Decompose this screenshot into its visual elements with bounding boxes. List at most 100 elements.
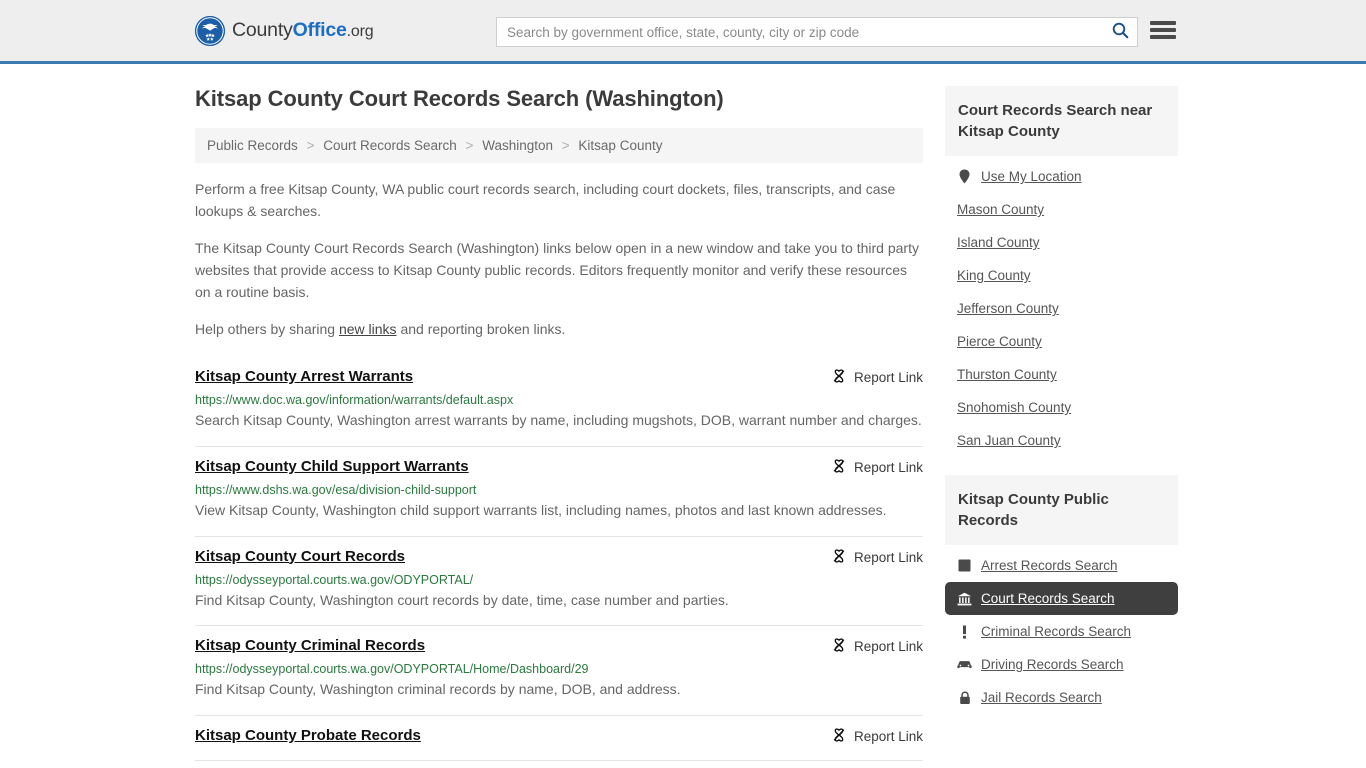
- report-link-button[interactable]: Report Link: [817, 458, 923, 477]
- breadcrumb-item-court-records-search[interactable]: Court Records Search: [323, 138, 457, 153]
- hamburger-bar: [1150, 28, 1176, 32]
- sidebar-link[interactable]: Use My Location: [981, 169, 1082, 184]
- report-link-label: Report Link: [853, 370, 923, 386]
- search-icon: [1112, 22, 1129, 42]
- sidebar-item-thurston-county[interactable]: Thurston County: [945, 358, 1178, 391]
- intro-paragraph-2: The Kitsap County Court Records Search (…: [195, 240, 919, 300]
- hamburger-bar: [1150, 21, 1176, 25]
- sidebar-link[interactable]: Criminal Records Search: [981, 624, 1131, 639]
- site-header: CountyOffice.org: [0, 0, 1366, 64]
- hamburger-bar: [1150, 35, 1176, 39]
- site-logo-text: CountyOffice.org: [232, 19, 374, 42]
- broken-link-icon: [831, 727, 847, 746]
- result-title[interactable]: Kitsap County Criminal Records: [195, 637, 425, 655]
- sidebar-link[interactable]: Arrest Records Search: [981, 558, 1118, 573]
- broken-link-icon: [831, 368, 847, 387]
- breadcrumb-item-washington[interactable]: Washington: [482, 138, 553, 153]
- report-link-button[interactable]: Report Link: [817, 368, 923, 387]
- fingerprint-square-icon: [957, 558, 972, 573]
- broken-link-icon: [831, 458, 847, 477]
- intro-text: Perform a free Kitsap County, WA public …: [195, 179, 923, 341]
- breadcrumb-item-public-records[interactable]: Public Records: [207, 138, 298, 153]
- report-link-label: Report Link: [853, 459, 923, 475]
- result-url[interactable]: https://www.dshs.wa.gov/esa/division-chi…: [195, 483, 923, 497]
- report-link-button[interactable]: Report Link: [817, 637, 923, 656]
- search-button[interactable]: [1103, 18, 1137, 46]
- car-icon: [957, 657, 972, 672]
- brand-part-org: .org: [346, 23, 374, 40]
- result-title[interactable]: Kitsap County Court Records: [195, 548, 405, 566]
- report-link-button[interactable]: Report Link: [817, 727, 923, 746]
- sidebar-link[interactable]: San Juan County: [957, 433, 1061, 448]
- sidebar-item-court-records-search[interactable]: Court Records Search: [945, 582, 1178, 615]
- result-description: Search Kitsap County, Washington arrest …: [195, 412, 922, 429]
- results-list: Kitsap County Arrest Warrants Report Lin…: [195, 363, 923, 761]
- nearby-panel: Court Records Search near Kitsap County …: [945, 86, 1178, 457]
- result-url[interactable]: https://odysseyportal.courts.wa.gov/ODYP…: [195, 662, 923, 676]
- sidebar-link[interactable]: Thurston County: [957, 367, 1057, 382]
- page-body: Kitsap County Court Records Search (Wash…: [0, 64, 1366, 761]
- sidebar-item-jefferson-county[interactable]: Jefferson County: [945, 292, 1178, 325]
- sidebar-link[interactable]: Jefferson County: [957, 301, 1059, 316]
- breadcrumb-separator: >: [465, 138, 474, 153]
- public-records-panel: Kitsap County Public Records Arrest Reco…: [945, 475, 1178, 714]
- sidebar-item-snohomish-county[interactable]: Snohomish County: [945, 391, 1178, 424]
- hamburger-menu-icon[interactable]: [1150, 19, 1176, 41]
- search-input[interactable]: [497, 18, 1103, 46]
- result-item: Kitsap County Child Support Warrants Rep…: [195, 447, 923, 537]
- courthouse-icon: [957, 591, 972, 606]
- sidebar-link[interactable]: Island County: [957, 235, 1040, 250]
- main-content: Kitsap County Court Records Search (Wash…: [195, 86, 923, 761]
- intro-paragraph-1: Perform a free Kitsap County, WA public …: [195, 181, 896, 219]
- breadcrumb-item-kitsap-county[interactable]: Kitsap County: [578, 138, 662, 153]
- sidebar-item-san-juan-county[interactable]: San Juan County: [945, 424, 1178, 457]
- sidebar-link[interactable]: Jail Records Search: [981, 690, 1102, 705]
- sidebar-item-criminal-records-search[interactable]: Criminal Records Search: [945, 615, 1178, 648]
- exclamation-icon: [957, 624, 972, 639]
- public-records-list: Arrest Records Search Court Records Sear…: [945, 545, 1178, 714]
- brand-part-office: Office: [292, 19, 347, 41]
- result-description: View Kitsap County, Washington child sup…: [195, 501, 887, 518]
- breadcrumb-separator: >: [306, 138, 315, 153]
- nearby-heading: Court Records Search near Kitsap County: [945, 86, 1178, 156]
- report-link-label: Report Link: [853, 639, 923, 655]
- sidebar-item-island-county[interactable]: Island County: [945, 226, 1178, 259]
- eagle-seal-icon: [195, 15, 225, 46]
- sidebar: Court Records Search near Kitsap County …: [945, 86, 1178, 761]
- sidebar-item-mason-county[interactable]: Mason County: [945, 193, 1178, 226]
- result-title[interactable]: Kitsap County Child Support Warrants: [195, 458, 469, 476]
- report-link-label: Report Link: [853, 549, 923, 565]
- search-bar: [496, 17, 1138, 47]
- page-title: Kitsap County Court Records Search (Wash…: [195, 86, 724, 111]
- sidebar-item-king-county[interactable]: King County: [945, 259, 1178, 292]
- sidebar-item-jail-records-search[interactable]: Jail Records Search: [945, 681, 1178, 714]
- sidebar-link[interactable]: Driving Records Search: [981, 657, 1124, 672]
- sidebar-link[interactable]: Snohomish County: [957, 400, 1071, 415]
- result-item: Kitsap County Criminal Records Report Li…: [195, 626, 923, 716]
- sidebar-item-arrest-records-search[interactable]: Arrest Records Search: [945, 549, 1178, 582]
- result-title[interactable]: Kitsap County Probate Records: [195, 727, 421, 745]
- sidebar-link[interactable]: Mason County: [957, 202, 1044, 217]
- sidebar-item-use-my-location[interactable]: Use My Location: [945, 160, 1178, 193]
- sidebar-link[interactable]: King County: [957, 268, 1031, 283]
- breadcrumb-separator: >: [561, 138, 570, 153]
- public-records-heading: Kitsap County Public Records: [945, 475, 1178, 545]
- sidebar-link[interactable]: Pierce County: [957, 334, 1042, 349]
- help-prefix: Help others by sharing: [195, 321, 339, 338]
- broken-link-icon: [831, 637, 847, 656]
- site-logo[interactable]: CountyOffice.org: [195, 15, 374, 46]
- report-link-label: Report Link: [853, 728, 923, 744]
- result-title[interactable]: Kitsap County Arrest Warrants: [195, 368, 413, 386]
- report-link-button[interactable]: Report Link: [817, 548, 923, 567]
- result-item: Kitsap County Court Records Report Link: [195, 537, 923, 627]
- sidebar-link[interactable]: Court Records Search: [981, 591, 1115, 606]
- sidebar-item-pierce-county[interactable]: Pierce County: [945, 325, 1178, 358]
- result-description: Find Kitsap County, Washington court rec…: [195, 591, 729, 608]
- lock-icon: [957, 690, 972, 705]
- help-suffix: and reporting broken links.: [396, 321, 566, 338]
- sidebar-item-driving-records-search[interactable]: Driving Records Search: [945, 648, 1178, 681]
- result-url[interactable]: https://odysseyportal.courts.wa.gov/ODYP…: [195, 573, 923, 587]
- new-links-link[interactable]: new links: [339, 321, 397, 337]
- map-pin-icon: [957, 169, 972, 184]
- result-url[interactable]: https://www.doc.wa.gov/information/warra…: [195, 393, 923, 407]
